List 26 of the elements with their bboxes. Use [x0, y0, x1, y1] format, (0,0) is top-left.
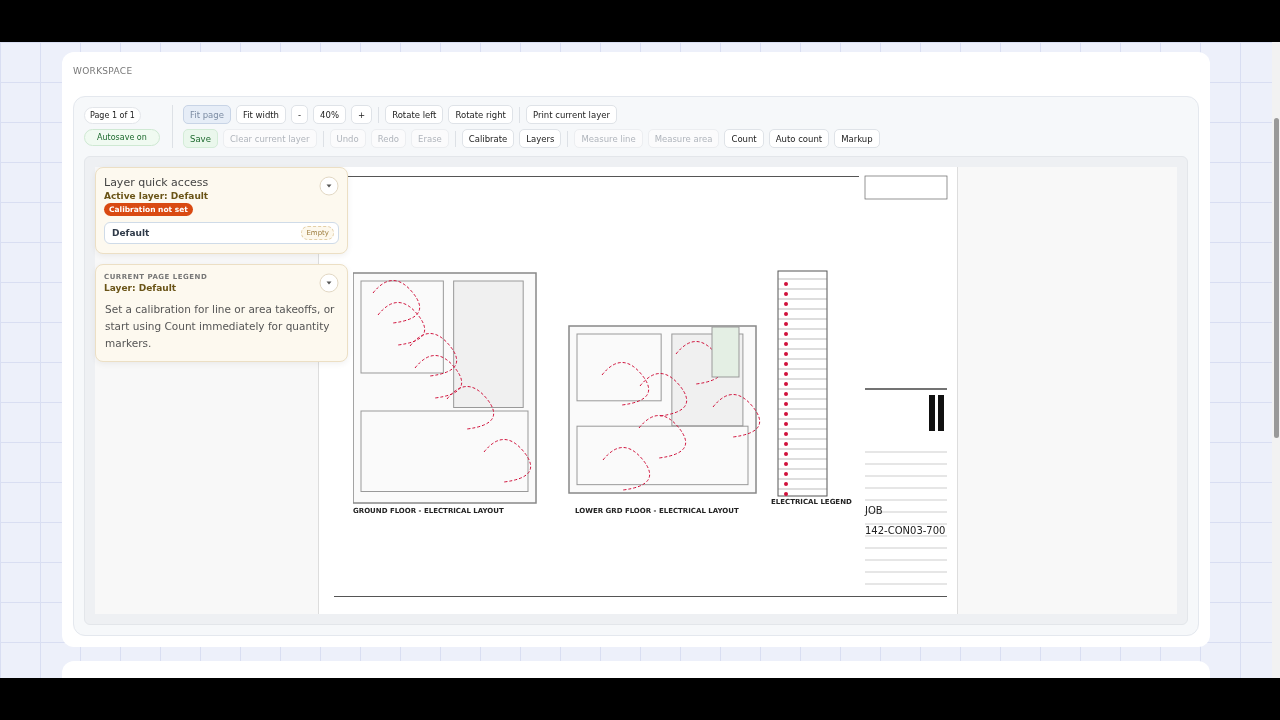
toolbar-button[interactable]: Layers — [519, 129, 562, 148]
toolbar-button[interactable]: Auto count — [768, 129, 830, 148]
toolbar-button[interactable]: Print current layer — [525, 105, 617, 124]
layer-name: Default — [112, 228, 150, 238]
toolbar-button[interactable]: - — [291, 105, 309, 124]
card-title: Layer quick access — [104, 176, 209, 189]
toolbar-button[interactable]: Rotate left — [385, 105, 444, 124]
toolbar-button[interactable]: Calibrate — [461, 129, 515, 148]
drawing-number: 142-CON03-700 — [865, 525, 946, 536]
active-layer-label: Active layer: Default — [104, 191, 209, 201]
job-label: JOB — [865, 505, 883, 516]
autosave-badge: Autosave on — [84, 129, 160, 146]
page-indicator: Page 1 of 1 — [84, 107, 141, 124]
toolbar-button[interactable]: Count — [724, 129, 764, 148]
scrollbar[interactable] — [1272, 42, 1280, 678]
toolbar-button[interactable]: Markup — [834, 129, 880, 148]
toolbar-button[interactable]: Save — [183, 129, 218, 148]
legend-layer-label: Layer: Default — [104, 283, 177, 293]
section-title: WORKSPACE — [73, 66, 134, 78]
collapse-icon[interactable] — [319, 273, 339, 293]
legend-text: Set a calibration for line or area takeoffs, or start using Count immediately for quantity markers. — [105, 302, 336, 351]
toolbar-button[interactable]: 40% — [313, 105, 346, 124]
toolbar-button[interactable]: Fit width — [235, 105, 286, 124]
toolbar-button[interactable]: + — [351, 105, 373, 124]
toolbar-button[interactable]: Rotate right — [448, 105, 513, 124]
collapse-icon[interactable] — [319, 176, 339, 196]
